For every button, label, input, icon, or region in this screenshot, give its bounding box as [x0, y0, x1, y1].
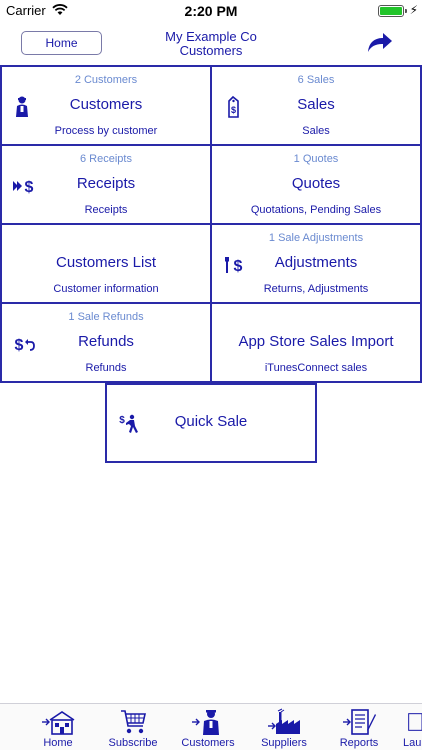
- tile-subtitle: Process by customer: [54, 125, 158, 137]
- tab-reports[interactable]: Reports: [324, 706, 394, 750]
- tile-count: 1 Quotes: [293, 153, 339, 165]
- tile-subtitle: Returns, Adjustments: [263, 283, 369, 295]
- tile-title: Customers: [69, 96, 143, 113]
- tab-suppliers[interactable]: Suppliers: [249, 706, 319, 750]
- tile-adjustments[interactable]: 1 Sale Adjustments $ Adjustments Returns…: [210, 223, 422, 304]
- tab-home[interactable]: Home: [23, 706, 93, 750]
- tile-count: 1 Sale Adjustments: [268, 232, 364, 244]
- tile-quotes[interactable]: 1 Quotes Quotes Quotations, Pending Sale…: [210, 144, 422, 225]
- tile-subtitle: Receipts: [84, 204, 128, 216]
- tile-subtitle: iTunesConnect sales: [264, 362, 368, 374]
- tile-count: 6 Sales: [297, 74, 335, 86]
- tile-title: Receipts: [76, 175, 136, 192]
- tile-title: Quotes: [291, 175, 341, 192]
- tile-title: Quick Sale: [174, 413, 248, 430]
- company-name: My Example Co: [165, 29, 257, 44]
- tab-label: Customers: [181, 737, 235, 749]
- charging-icon: ⚡: [409, 3, 418, 17]
- battery-tip: [405, 9, 407, 13]
- customer-icon: [192, 710, 219, 735]
- tile-title: App Store Sales Import: [238, 333, 394, 350]
- tile-sales[interactable]: 6 Sales $ Sales Sales: [210, 65, 422, 146]
- tile-receipts[interactable]: 6 Receipts $ Receipts Receipts: [0, 144, 212, 225]
- tile-title: Adjustments: [274, 254, 358, 271]
- tile-title: Customers List: [55, 254, 157, 271]
- status-bar: Carrier 2:20 PM ⚡: [0, 0, 422, 22]
- tile-count: 1 Sale Refunds: [68, 311, 144, 323]
- tile-subtitle: Sales: [302, 125, 330, 137]
- share-arrow-icon[interactable]: [366, 30, 394, 54]
- tile-quick-sale[interactable]: $ Quick Sale: [105, 383, 317, 463]
- nav-bar: Home My Example Co Customers: [0, 22, 422, 64]
- status-time: 2:20 PM: [184, 3, 238, 19]
- house-icon: [42, 711, 75, 735]
- tab-bar: Home Subscribe Customers Suppliers Repor…: [0, 703, 422, 750]
- tile-count: 6 Receipts: [80, 153, 132, 165]
- tile-subtitle: Quotations, Pending Sales: [250, 204, 382, 216]
- tile-title: Sales: [297, 96, 335, 113]
- partial-tab-icon: [408, 713, 422, 731]
- tile-subtitle: Refunds: [85, 362, 127, 374]
- tile-app-store-import[interactable]: App Store Sales Import iTunesConnect sal…: [210, 302, 422, 383]
- page-title: My Example Co Customers: [0, 30, 422, 58]
- tab-launch[interactable]: Lau: [392, 706, 422, 750]
- tile-title: Refunds: [78, 333, 134, 350]
- report-icon: [343, 709, 376, 735]
- tab-customers[interactable]: Customers: [173, 706, 243, 750]
- factory-icon: [268, 708, 300, 734]
- cart-icon: [121, 710, 146, 734]
- tile-customers-list[interactable]: Customers List Customer information: [0, 223, 212, 304]
- tab-label: Home: [43, 737, 73, 749]
- tab-label: Lau: [403, 737, 422, 749]
- battery-icon: [378, 5, 404, 17]
- tab-label: Reports: [339, 737, 379, 749]
- tile-customers[interactable]: 2 Customers Customers Process by custome…: [0, 65, 212, 146]
- tab-label: Suppliers: [261, 737, 307, 749]
- tile-subtitle: Customer information: [53, 283, 159, 295]
- tile-refunds[interactable]: 1 Sale Refunds $ Refunds Refunds: [0, 302, 212, 383]
- section-name: Customers: [179, 43, 243, 58]
- tab-subscribe[interactable]: Subscribe: [98, 706, 168, 750]
- tile-count: 2 Customers: [74, 74, 138, 86]
- tab-label: Subscribe: [108, 737, 158, 749]
